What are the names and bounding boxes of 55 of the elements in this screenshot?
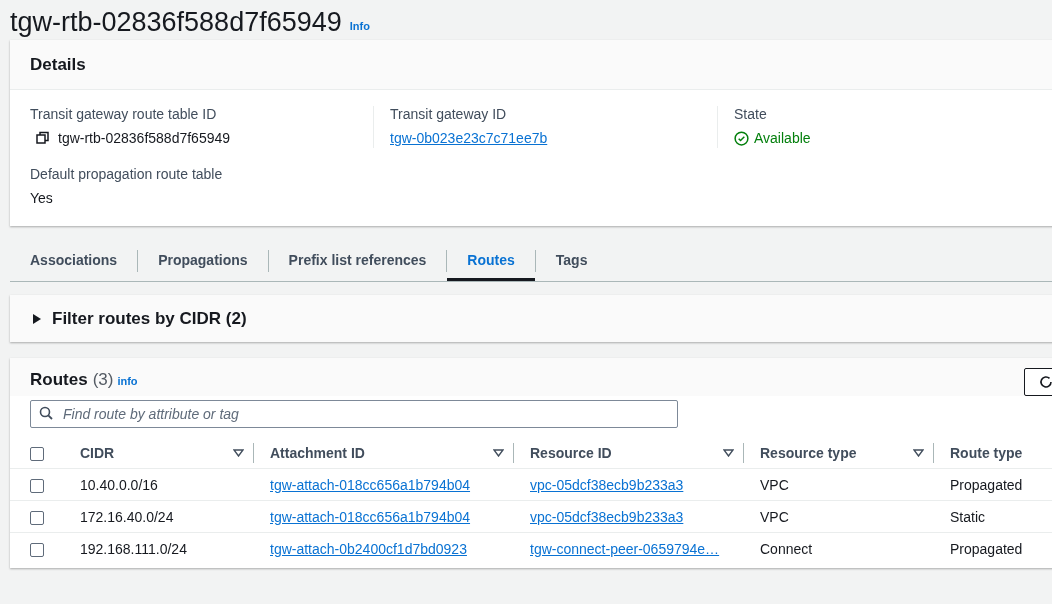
checkbox[interactable] xyxy=(30,510,44,525)
table-link[interactable]: vpc-05dcf38ecb9b233a3 xyxy=(530,476,684,493)
tab[interactable]: Tags xyxy=(535,241,608,281)
sort-caret-icon[interactable] xyxy=(233,449,244,457)
tab[interactable]: Propagations xyxy=(138,241,268,281)
sort-caret-icon[interactable] xyxy=(723,449,734,457)
search-icon xyxy=(39,406,53,420)
column-header[interactable]: Resource ID xyxy=(530,445,612,461)
checkbox[interactable] xyxy=(30,542,44,557)
field-label: State xyxy=(734,106,768,122)
refresh-button[interactable] xyxy=(1024,368,1052,396)
column-header[interactable]: CIDR xyxy=(80,445,115,461)
table-cell: 10.40.0.0/16 xyxy=(80,476,158,493)
table-cell: 192.168.111.0/24 xyxy=(80,540,187,557)
tab[interactable]: Prefix list references xyxy=(268,241,447,281)
info-link[interactable]: info xyxy=(117,375,138,387)
table-cell: 172.16.40.0/24 xyxy=(80,508,174,525)
sort-caret-icon[interactable] xyxy=(913,449,924,457)
table-cell: VPC xyxy=(760,476,789,493)
refresh-icon xyxy=(1039,375,1052,389)
table-cell: VPC xyxy=(760,508,789,525)
status-text: Available xyxy=(754,130,811,146)
panel-title[interactable]: Filter routes by CIDR (2) xyxy=(52,308,247,329)
panel-title: Routes xyxy=(30,370,88,390)
copy-icon[interactable] xyxy=(36,131,50,145)
route-count: (3) xyxy=(92,370,114,390)
table-cell: Propagated xyxy=(950,476,1023,493)
field-value: tgw-rtb-02836f588d7f65949 xyxy=(58,130,231,146)
column-header[interactable]: Attachment ID xyxy=(270,445,365,461)
field-value: Yes xyxy=(30,190,53,206)
field-label: Transit gateway route table ID xyxy=(30,106,218,122)
panel-title: Details xyxy=(30,54,86,75)
gateway-link[interactable]: tgw-0b023e23c7c71ee7b xyxy=(390,130,548,146)
field-label: Transit gateway ID xyxy=(390,106,508,122)
tab[interactable]: Routes xyxy=(447,241,535,281)
table-link[interactable]: tgw-attach-018cc656a1b794b04 xyxy=(270,476,471,493)
table-cell: Propagated xyxy=(950,540,1023,557)
page-title: tgw-rtb-02836f588d7f65949 xyxy=(10,6,342,39)
table-link[interactable]: tgw-attach-018cc656a1b794b04 xyxy=(270,508,471,525)
check-circle-icon xyxy=(734,130,749,146)
table-link[interactable]: tgw-connect-peer-0659794e… xyxy=(530,540,720,557)
tab[interactable]: Associations xyxy=(10,241,138,281)
table-link[interactable]: vpc-05dcf38ecb9b233a3 xyxy=(530,508,684,525)
search-field[interactable]: Find route by attribute or tag xyxy=(30,400,678,428)
info-link[interactable]: Info xyxy=(349,20,370,32)
table-cell: Static xyxy=(950,508,985,525)
column-header[interactable]: Resource type xyxy=(760,445,857,461)
sort-caret-icon[interactable] xyxy=(493,449,504,457)
column-header[interactable]: Route type xyxy=(950,445,1023,461)
table-link[interactable]: tgw-attach-0b2400cf1d7bd0923 xyxy=(270,540,467,557)
field-label: Default propagation route table xyxy=(30,166,224,182)
caret-icon[interactable] xyxy=(32,313,42,324)
checkbox[interactable] xyxy=(30,478,44,493)
table-cell: Connect xyxy=(760,540,813,557)
checkbox[interactable] xyxy=(30,447,44,462)
